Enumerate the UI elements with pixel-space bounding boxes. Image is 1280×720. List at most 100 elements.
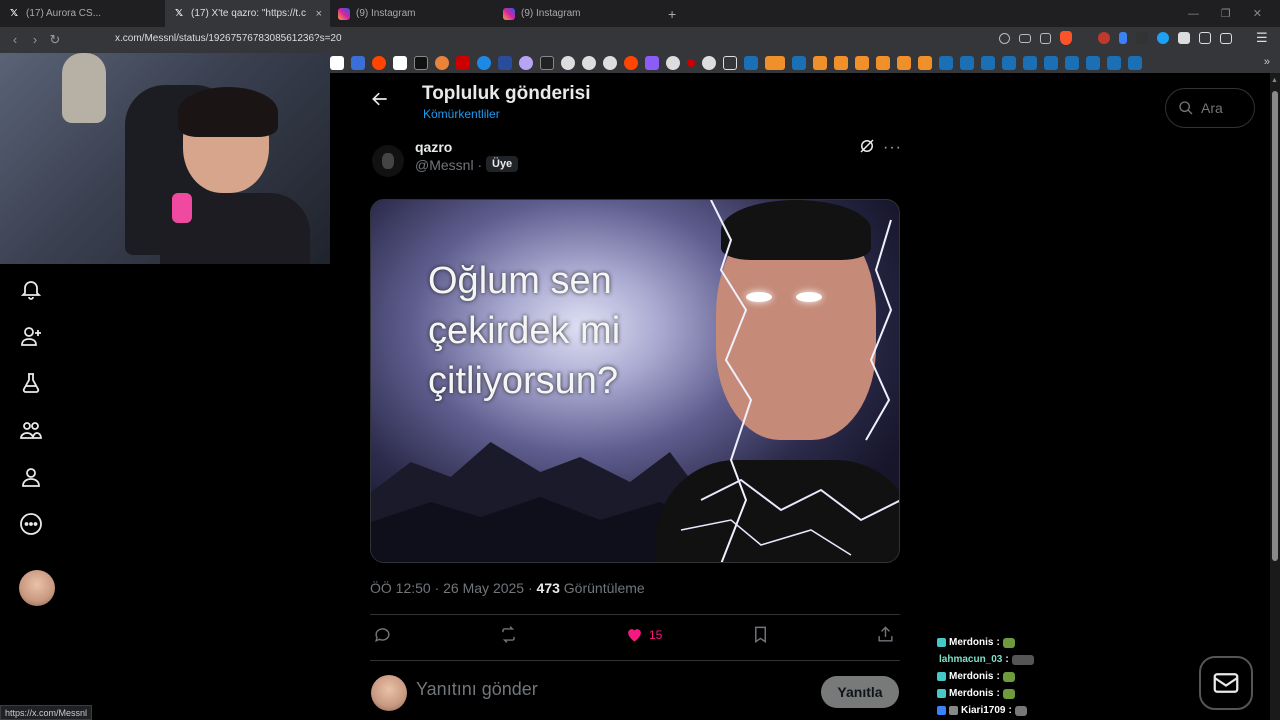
minimize-icon[interactable]: — [1188,8,1199,20]
bookmark-icon[interactable] [855,56,869,70]
extension-icon[interactable] [1157,32,1169,44]
bookmark-icon[interactable] [582,56,596,70]
close-window-icon[interactable]: ✕ [1253,7,1262,20]
notifications-icon[interactable] [18,276,44,302]
bookmark-icon[interactable] [456,56,470,70]
tab-instagram-1[interactable]: (9) Instagram [330,0,495,27]
link-preview-status: https://x.com/Messnl [0,705,93,720]
bookmark-icon[interactable] [813,56,827,70]
bookmark-icon[interactable] [435,56,449,70]
bookmark-icon[interactable] [897,56,911,70]
bookmark-icon [755,626,766,643]
bookmark-steam-icon[interactable] [1128,56,1142,70]
scroll-thumb[interactable] [1272,91,1278,561]
bookmark-steam-icon[interactable] [1044,56,1058,70]
bookmark-x-icon[interactable] [330,56,344,70]
account-avatar[interactable] [19,570,55,606]
cast-icon[interactable] [1019,33,1031,43]
reply-submit-button[interactable]: Yanıtla [821,676,899,708]
bookmark-icon[interactable] [687,59,695,67]
bookmark-icon[interactable] [765,56,785,70]
menu-icon[interactable]: ☰ [1256,31,1270,45]
more-options-icon[interactable] [18,511,44,537]
post-timestamp[interactable]: ÖÖ 12:50 · 26 May 2025 · [370,580,537,596]
bookmark-icon[interactable] [393,56,407,70]
page-scrollbar[interactable]: ▲ [1270,73,1280,720]
zoom-icon[interactable] [999,32,1010,44]
bookmark-steam-icon[interactable] [1086,56,1100,70]
bookmark-steam-icon[interactable] [1002,56,1016,70]
scroll-up-icon[interactable]: ▲ [1271,77,1278,84]
extension-icon[interactable] [1136,32,1148,44]
bookmark-reddit-icon[interactable] [372,56,386,70]
new-tab-button[interactable]: + [660,6,684,22]
tab-aurora[interactable]: 𝕏 (17) Aurora CS... [0,0,165,27]
tab-x-post[interactable]: 𝕏 (17) X'te qazro: "https://t.co/jLR... … [165,0,330,27]
search-box[interactable]: Ara [1165,88,1255,128]
bookmark-steam-icon[interactable] [792,56,806,70]
author-handle[interactable]: @Messnl · [415,157,482,173]
reload-icon[interactable]: ↻ [45,32,65,48]
bookmark-icon[interactable] [414,56,428,70]
bookmark-icon[interactable] [519,56,533,70]
bookmark-icon[interactable] [477,56,491,70]
bookmarks-overflow-icon[interactable]: » [1264,56,1270,68]
community-link[interactable]: Kömürkentliler [423,107,500,121]
bookmark-icon[interactable] [666,56,680,70]
more-icon[interactable]: ··· [883,139,902,157]
author-avatar[interactable] [372,145,404,177]
extension-icon[interactable] [1178,32,1190,44]
grok-flask-icon[interactable] [18,370,44,396]
bookmark-icon[interactable] [834,56,848,70]
bookmark-steam-icon[interactable] [1065,56,1079,70]
restore-icon[interactable]: ❐ [1221,7,1231,20]
bookmark-steam-icon[interactable] [744,56,758,70]
back-nav-icon[interactable]: ‹ [5,32,25,47]
bookmark-icon[interactable] [645,56,659,70]
bookmark-icon[interactable] [561,56,575,70]
repost-button[interactable] [499,625,518,644]
bookmark-button[interactable] [751,625,770,644]
bookmark-folder-icon[interactable] [723,56,737,70]
chat-emote-icon [1014,705,1027,716]
back-arrow-icon[interactable] [370,89,390,109]
bookmark-steam-icon[interactable] [1023,56,1037,70]
follow-icon[interactable] [18,323,44,349]
extension-icon[interactable] [1119,32,1127,44]
bookmark-icon[interactable] [876,56,890,70]
messages-button[interactable] [1199,656,1253,710]
post-image[interactable]: Oğlum sen çekirdek mi çitliyorsun? [370,199,900,563]
bookmark-icon[interactable] [351,56,365,70]
share-icon[interactable] [1040,32,1051,44]
extension-icons: ☰ [999,31,1270,45]
chat-badge-icon [937,689,946,698]
instagram-icon [338,7,350,20]
extension-icon[interactable] [1098,32,1110,44]
bookmark-steam-icon[interactable] [981,56,995,70]
profile-icon[interactable] [18,464,44,490]
bookmark-steam-icon[interactable] [939,56,953,70]
tab-instagram-2[interactable]: (9) Instagram [495,0,660,27]
url-field[interactable]: x.com/Messnl/status/1926757678308561236?… [115,33,342,44]
grok-icon[interactable] [858,137,876,155]
communities-icon[interactable] [18,417,44,443]
reply-input[interactable]: Yanıtını gönder [416,679,538,700]
bookmark-icon[interactable] [918,56,932,70]
bookmark-reddit-icon[interactable] [624,56,638,70]
puzzle-icon[interactable] [1199,32,1211,44]
forward-nav-icon[interactable]: › [25,32,45,47]
bookmark-icon[interactable] [498,56,512,70]
reply-button[interactable] [373,625,392,644]
bookmark-kick-icon[interactable] [540,56,554,70]
bookmark-icon[interactable] [702,56,716,70]
brave-shield-icon[interactable] [1060,31,1072,45]
share-button[interactable] [876,625,895,644]
close-tab-icon[interactable]: × [316,8,322,20]
author-name[interactable]: qazro [415,139,452,155]
bookmark-steam-icon[interactable] [1107,56,1121,70]
like-button[interactable]: 15 [625,625,662,644]
views-label: Görüntüleme [559,580,645,596]
sidebar-icon[interactable] [1220,32,1232,44]
bookmark-icon[interactable] [603,56,617,70]
bookmark-steam-icon[interactable] [960,56,974,70]
